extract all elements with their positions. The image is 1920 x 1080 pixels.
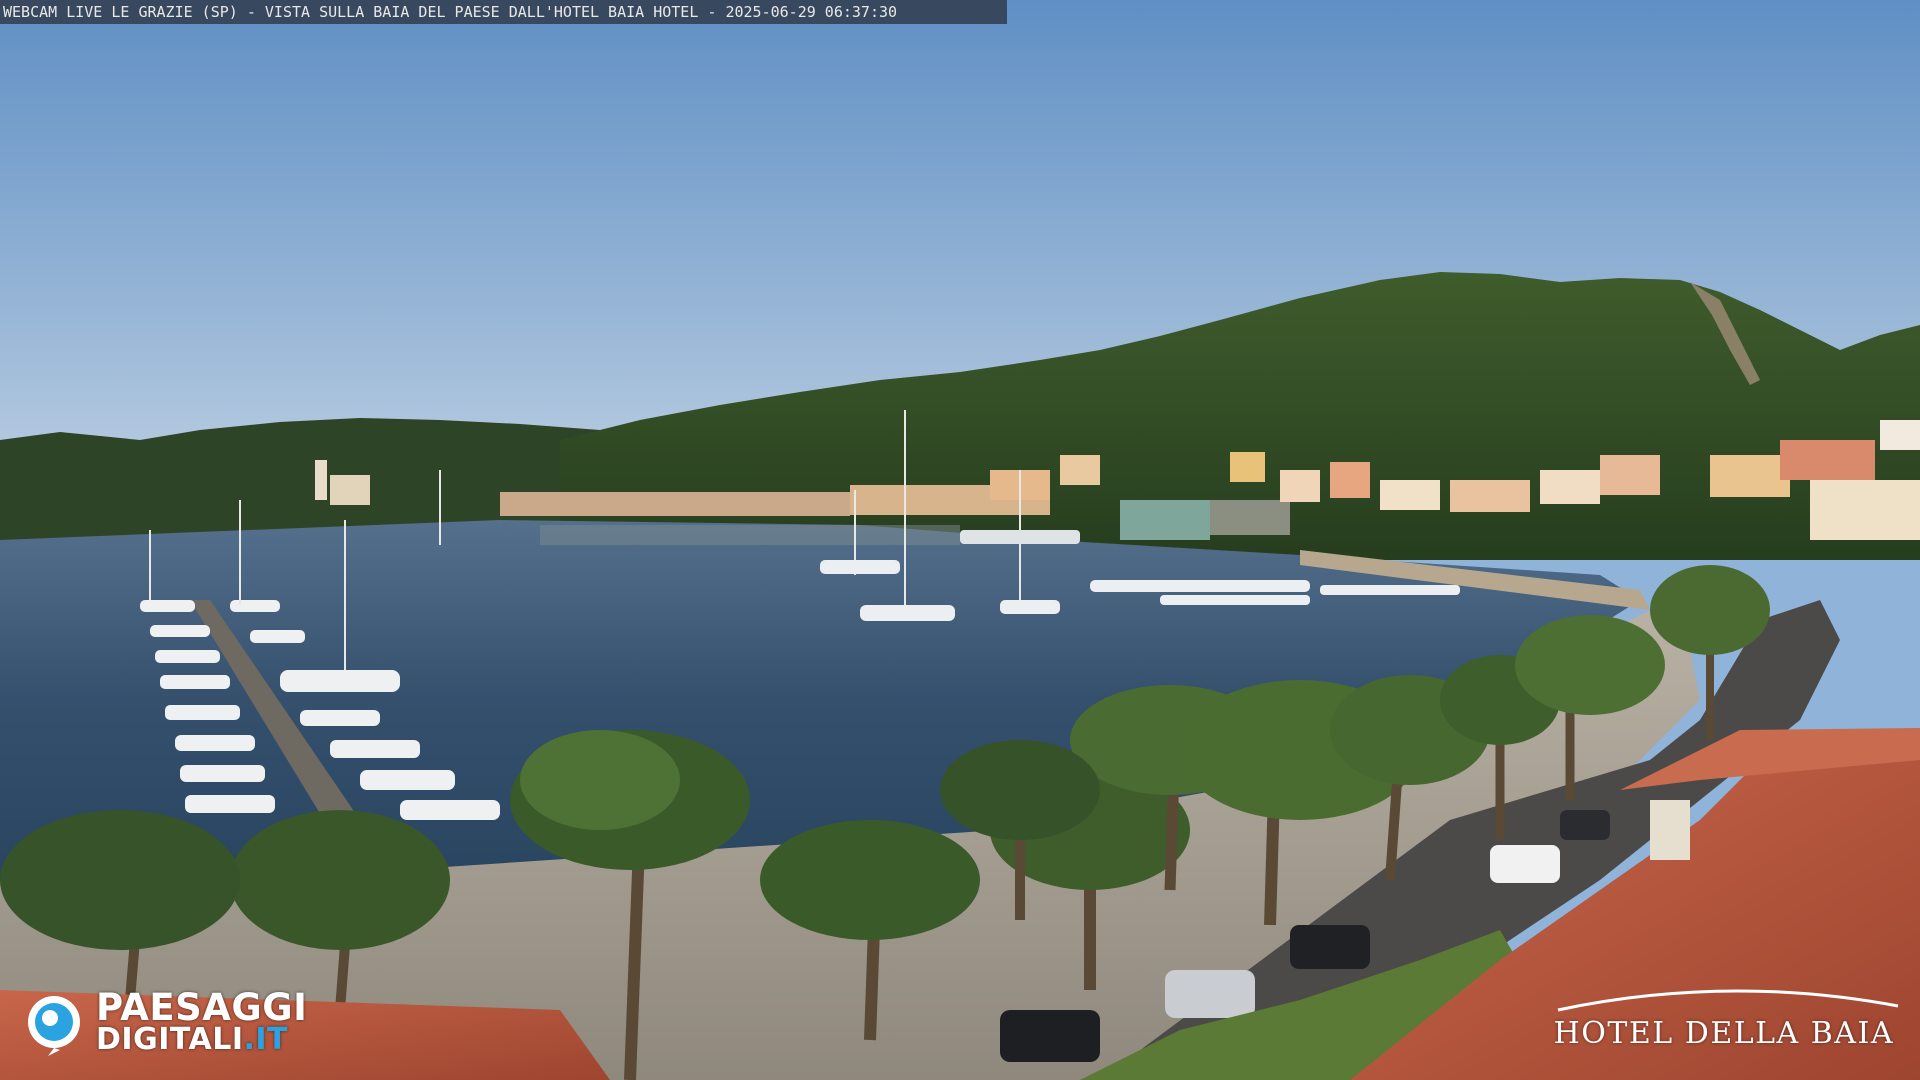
water-reflection — [540, 525, 960, 545]
webcam-caption-bar: WEBCAM LIVE LE GRAZIE (SP) - VISTA SULLA… — [0, 0, 1007, 24]
logo-word-digitali-main: DIGITALI — [96, 1022, 244, 1057]
arc-swoosh-icon — [1557, 989, 1899, 1012]
webcam-scene — [0, 0, 1920, 1080]
paesaggi-digitali-logo: PAESAGGI DIGITALI.IT — [26, 988, 326, 1058]
building-wall-right — [1650, 800, 1690, 860]
logo-tld: .IT — [243, 1022, 289, 1057]
hotel-name-text: HOTEL DELLA BAIA — [1553, 1016, 1894, 1051]
hotel-della-baia-logo: HOTEL DELLA BAIA — [1548, 980, 1908, 1060]
logo-word-digitali: DIGITALI.IT — [96, 1024, 288, 1056]
eye-icon — [28, 996, 80, 1056]
